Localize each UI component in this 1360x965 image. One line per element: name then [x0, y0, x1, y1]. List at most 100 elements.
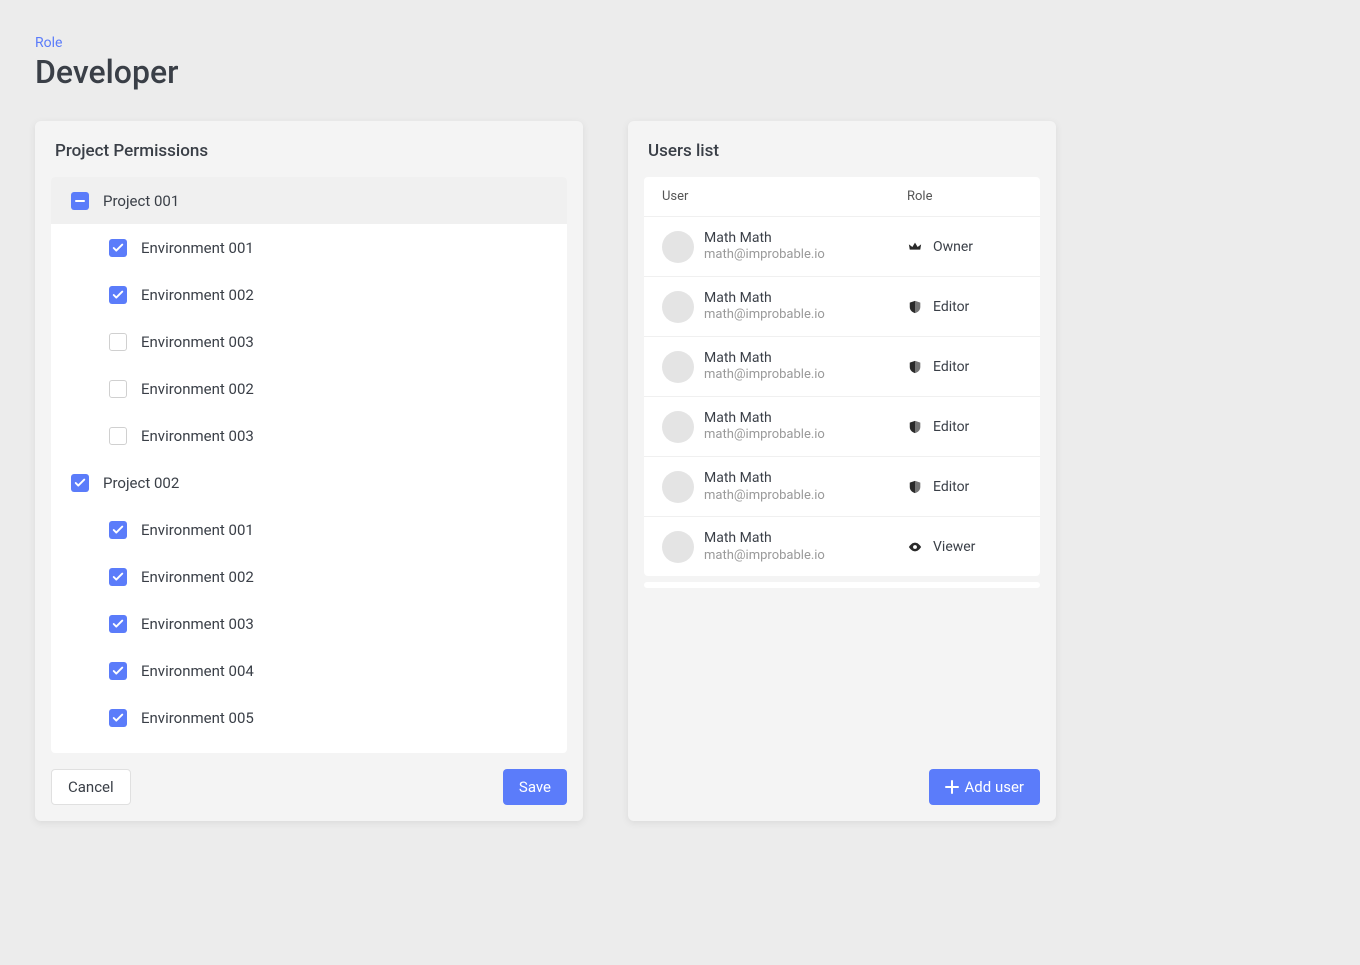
environment-row[interactable]: Environment 002 [51, 553, 567, 600]
environment-row[interactable]: Environment 004 [51, 647, 567, 694]
eye-icon [907, 539, 923, 555]
permissions-tree: Project 001 Environment 001 Environment 00… [51, 177, 567, 753]
user-row[interactable]: Math Mathmath@improbable.io Owner [644, 217, 1040, 277]
add-user-label: Add user [965, 778, 1024, 796]
cancel-button[interactable]: Cancel [51, 769, 131, 805]
user-name: Math Math [704, 529, 907, 547]
environment-checkbox[interactable] [109, 380, 127, 398]
user-name: Math Math [704, 469, 907, 487]
user-role: Editor [907, 479, 1022, 495]
permissions-panel: Project Permissions Project 001 Environme… [35, 121, 583, 821]
environment-label: Environment 003 [141, 615, 254, 633]
user-name: Math Math [704, 349, 907, 367]
environment-row[interactable]: Environment 001 [51, 506, 567, 553]
project-row[interactable]: Project 001 [51, 177, 567, 224]
role-label: Editor [933, 359, 969, 375]
user-email: math@improbable.io [704, 488, 907, 505]
users-table-header: User Role [644, 177, 1040, 217]
user-row[interactable]: Math Mathmath@improbable.io Editor [644, 397, 1040, 457]
environment-row[interactable]: Environment 003 [51, 600, 567, 647]
environment-label: Environment 002 [141, 380, 254, 398]
avatar [662, 411, 694, 443]
environment-row[interactable]: Environment 002 [51, 365, 567, 412]
shield-icon [907, 419, 923, 435]
users-panel: Users list User Role Math Mathmath@impro… [628, 121, 1056, 821]
user-role: Editor [907, 299, 1022, 315]
shield-icon [907, 479, 923, 495]
environment-checkbox[interactable] [109, 239, 127, 257]
project-row[interactable]: Project 002 [51, 459, 567, 506]
environment-checkbox[interactable] [109, 286, 127, 304]
user-row[interactable]: Math Mathmath@improbable.io Viewer [644, 517, 1040, 576]
user-row[interactable]: Math Mathmath@improbable.io Editor [644, 337, 1040, 397]
environment-checkbox[interactable] [109, 427, 127, 445]
environment-label: Environment 004 [141, 662, 254, 680]
save-button[interactable]: Save [503, 769, 567, 805]
project-checkbox[interactable] [71, 192, 89, 210]
user-name: Math Math [704, 289, 907, 307]
environment-checkbox[interactable] [109, 568, 127, 586]
user-info: Math Mathmath@improbable.io [704, 529, 907, 564]
user-name: Math Math [704, 229, 907, 247]
environment-label: Environment 005 [141, 709, 254, 727]
environment-label: Environment 001 [141, 521, 254, 539]
user-role: Editor [907, 359, 1022, 375]
role-label: Editor [933, 419, 969, 435]
role-label: Editor [933, 299, 969, 315]
user-name: Math Math [704, 409, 907, 427]
user-role: Editor [907, 419, 1022, 435]
user-info: Math Mathmath@improbable.io [704, 349, 907, 384]
role-label: Editor [933, 479, 969, 495]
shield-icon [907, 299, 923, 315]
shield-icon [907, 359, 923, 375]
environment-row[interactable]: Environment 002 [51, 271, 567, 318]
user-role: Viewer [907, 539, 1022, 555]
environment-row[interactable]: Environment 003 [51, 412, 567, 459]
page-title: Developer [35, 53, 1325, 91]
users-table: User Role Math Mathmath@improbable.ioOwn… [644, 177, 1040, 576]
user-info: Math Mathmath@improbable.io [704, 409, 907, 444]
environment-checkbox[interactable] [109, 333, 127, 351]
users-panel-title: Users list [628, 121, 1056, 177]
user-email: math@improbable.io [704, 247, 907, 264]
environment-label: Environment 001 [141, 239, 254, 257]
role-label: Owner [933, 239, 973, 255]
user-email: math@improbable.io [704, 427, 907, 444]
user-email: math@improbable.io [704, 367, 907, 384]
user-info: Math Mathmath@improbable.io [704, 229, 907, 264]
environment-row[interactable]: Environment 005 [51, 694, 567, 741]
user-email: math@improbable.io [704, 548, 907, 565]
user-info: Math Mathmath@improbable.io [704, 289, 907, 324]
environment-label: Environment 003 [141, 333, 254, 351]
environment-row[interactable]: Environment 001 [51, 224, 567, 271]
column-header-role: Role [907, 189, 1022, 204]
environment-checkbox[interactable] [109, 662, 127, 680]
user-row[interactable]: Math Mathmath@improbable.io Editor [644, 277, 1040, 337]
environment-checkbox[interactable] [109, 615, 127, 633]
user-row[interactable]: Math Mathmath@improbable.io Editor [644, 457, 1040, 517]
page-header: Role Developer [35, 35, 1325, 91]
user-email: math@improbable.io [704, 307, 907, 324]
crown-icon [907, 239, 923, 255]
project-checkbox[interactable] [71, 474, 89, 492]
permissions-panel-title: Project Permissions [35, 121, 583, 177]
environment-checkbox[interactable] [109, 521, 127, 539]
user-role: Owner [907, 239, 1022, 255]
add-user-button[interactable]: Add user [929, 769, 1040, 805]
avatar [662, 291, 694, 323]
environment-label: Environment 003 [141, 427, 254, 445]
avatar [662, 351, 694, 383]
breadcrumb[interactable]: Role [35, 35, 1325, 51]
environment-row[interactable]: Environment 003 [51, 318, 567, 365]
environment-label: Environment 002 [141, 568, 254, 586]
plus-icon [945, 780, 959, 794]
column-header-user: User [662, 189, 907, 204]
project-label: Project 001 [103, 192, 179, 210]
environment-label: Environment 002 [141, 286, 254, 304]
role-label: Viewer [933, 539, 975, 555]
user-info: Math Mathmath@improbable.io [704, 469, 907, 504]
avatar [662, 531, 694, 563]
environment-checkbox[interactable] [109, 709, 127, 727]
project-label: Project 002 [103, 474, 179, 492]
avatar [662, 471, 694, 503]
